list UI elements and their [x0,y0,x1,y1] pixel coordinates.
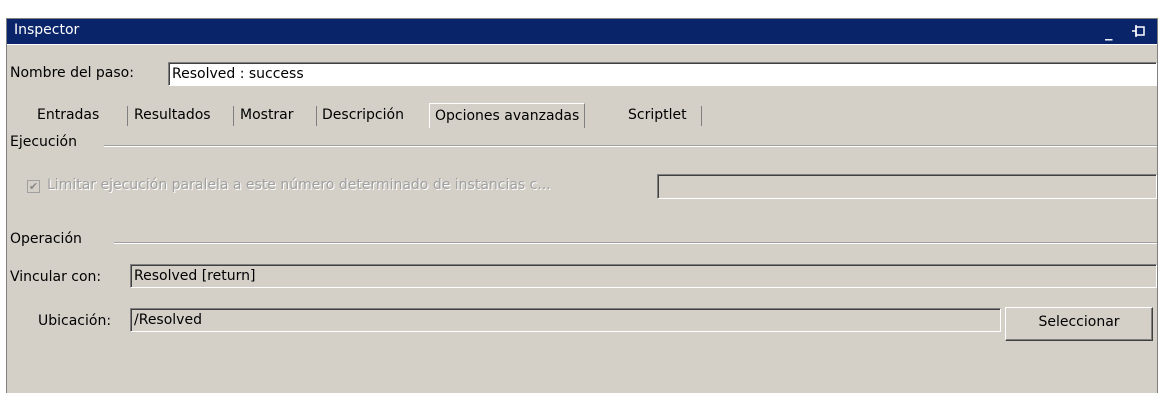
minimize-icon[interactable]: _ [1105,23,1113,41]
checkmark-icon: ✔ [28,180,39,193]
tab-resultados[interactable]: Resultados [134,103,211,128]
tab-separator [233,106,234,126]
link-field[interactable]: Resolved [return] [130,264,1157,288]
inspector-titlebar: Inspector _ [7,19,1157,45]
tab-mostrar[interactable]: Mostrar [240,103,294,128]
inspector-panel: Inspector _ Nombre del paso: Resolved : … [6,18,1158,393]
tab-opciones-avanzadas[interactable]: Opciones avanzadas [429,103,586,128]
tab-separator [316,106,317,126]
operation-group-label: Operación [10,231,82,247]
tab-descripcion[interactable]: Descripción [322,103,404,128]
location-field[interactable]: /Resolved [130,308,1001,332]
operation-group-divider [114,242,1157,244]
tab-separator [701,106,702,126]
limit-parallel-label: Limitar ejecución paralela a este número… [47,177,551,193]
select-button[interactable]: Seleccionar [1005,307,1153,341]
link-value: Resolved [return] [134,268,256,284]
instance-limit-field[interactable] [657,174,1157,199]
tab-separator [127,106,128,126]
tab-entradas[interactable]: Entradas [37,103,99,128]
execution-group-label: Ejecución [10,134,77,150]
limit-parallel-checkbox[interactable]: ✔ [27,180,40,193]
pin-icon[interactable] [1131,20,1147,43]
location-label: Ubicación: [38,313,112,329]
execution-group-divider [104,145,1157,147]
window-title: Inspector [14,22,80,38]
location-value: /Resolved [134,312,202,328]
step-name-value: Resolved : success [172,66,304,82]
step-name-label: Nombre del paso: [10,65,134,81]
link-label: Vincular con: [10,269,102,285]
tab-scriptlet[interactable]: Scriptlet [628,103,687,128]
step-name-field[interactable]: Resolved : success [168,62,1157,86]
